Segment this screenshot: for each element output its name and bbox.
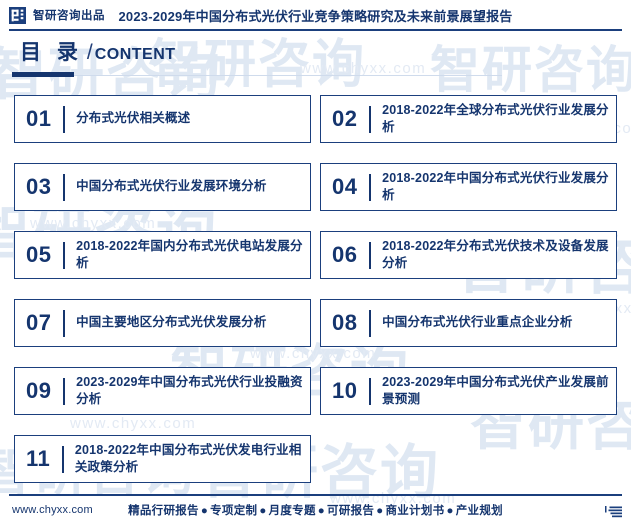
toc-item-number: 05 xyxy=(26,242,52,267)
footer-service-separator: ● xyxy=(317,505,326,517)
toc-item-divider xyxy=(63,105,66,133)
report-title: 2023-2029年中国分布式光伏行业竞争策略研究及未来前景展望报告 xyxy=(118,8,513,24)
toc-heading-underline-accent xyxy=(12,72,74,77)
toc-item-number: 11 xyxy=(26,446,51,471)
toc-item-08[interactable]: 08 中国分布式光伏行业重点企业分析 xyxy=(320,299,617,347)
toc-item-09[interactable]: 09 2023-2029年中国分布式光伏行业投融资分析 xyxy=(14,367,311,415)
toc-item-06[interactable]: 06 2018-2022年分布式光伏技术及设备发展分析 xyxy=(320,231,617,279)
toc-item-label: 2023-2029年中国分布式光伏行业投融资分析 xyxy=(76,374,303,406)
toc-item-label: 2023-2029年中国分布式光伏产业发展前景预测 xyxy=(382,374,609,406)
toc-item-divider xyxy=(369,105,372,133)
toc-item-divider xyxy=(369,309,372,337)
toc-item-label: 中国主要地区分布式光伏发展分析 xyxy=(76,315,267,330)
toc-item-number: 08 xyxy=(332,310,358,335)
toc-item-number: 04 xyxy=(332,174,358,199)
toc-item-number: 02 xyxy=(332,106,358,131)
toc-item-10[interactable]: 10 2023-2029年中国分布式光伏产业发展前景预测 xyxy=(320,367,617,415)
footer-service-item[interactable]: 精品行研报告 xyxy=(128,505,199,517)
footer-service-separator: ● xyxy=(200,505,209,517)
toc-item-divider xyxy=(369,241,372,269)
toc-heading: 目 录 / CONTENT xyxy=(20,42,176,63)
toc-item-number: 03 xyxy=(26,174,52,199)
toc-item-divider xyxy=(369,173,372,201)
toc-heading-slash: / xyxy=(86,41,93,64)
toc-item-divider xyxy=(369,377,372,405)
toc-item-label: 2018-2022年国内分布式光伏电站发展分析 xyxy=(76,238,303,270)
header-divider xyxy=(9,29,622,31)
watermark-logo-text: 智研咨询 xyxy=(430,42,631,98)
toc-item-number: 01 xyxy=(26,106,52,131)
page-footer: www.chyxx.com 精品行研报告 ● 专项定制 ● 月度专题 ● 可研报告 ● 商业计划… xyxy=(0,497,631,523)
toc-item-07[interactable]: 07 中国主要地区分布式光伏发展分析 xyxy=(14,299,311,347)
watermark-logo-text: 智研咨询 xyxy=(150,36,367,94)
toc-item-divider xyxy=(63,241,66,269)
toc-item-divider xyxy=(63,309,66,337)
toc-item-number: 10 xyxy=(332,378,358,403)
footer-service-separator: ● xyxy=(259,505,267,517)
toc-item-04[interactable]: 04 2018-2022年中国分布式光伏行业发展分析 xyxy=(320,163,617,211)
footer-services: 精品行研报告 ● 专项定制 ● 月度专题 ● 可研报告 ● 商业计划书 ● 产业规划 xyxy=(0,502,631,518)
toc-item-label: 分布式光伏相关概述 xyxy=(76,111,191,126)
footer-service-item[interactable]: 可研报告 xyxy=(327,505,374,517)
toc-item-11[interactable]: 11 2018-2022年中国分布式光伏发电行业相关政策分析 xyxy=(14,435,311,483)
footer-service-separator: ● xyxy=(446,505,454,517)
stacked-layers-icon xyxy=(605,506,622,518)
toc-item-label: 中国分布式光伏行业重点企业分析 xyxy=(382,315,573,330)
page-header: 智研咨询出品 2023-2029年中国分布式光伏行业竞争策略研究及未来前景展望报… xyxy=(0,0,631,30)
toc-item-03[interactable]: 03 中国分布式光伏行业发展环境分析 xyxy=(14,163,311,211)
footer-service-item[interactable]: 专项定制 xyxy=(210,505,257,517)
toc-item-label: 2018-2022年中国分布式光伏发电行业相关政策分析 xyxy=(74,442,302,474)
toc-item-divider xyxy=(63,377,66,405)
toc-item-02[interactable]: 02 2018-2022年全球分布式光伏行业发展分析 xyxy=(320,95,617,143)
toc-list: 01 分布式光伏相关概述 02 2018-2022年全球分布式光伏行业发展分析 … xyxy=(14,95,617,483)
toc-item-number: 06 xyxy=(332,242,358,267)
toc-item-number: 09 xyxy=(26,378,52,403)
toc-heading-en: CONTENT xyxy=(94,46,176,63)
footer-service-item[interactable]: 月度专题 xyxy=(269,505,316,517)
toc-item-label: 2018-2022年分布式光伏技术及设备发展分析 xyxy=(382,238,609,270)
footer-divider xyxy=(9,494,622,496)
toc-item-05[interactable]: 05 2018-2022年国内分布式光伏电站发展分析 xyxy=(14,231,311,279)
footer-service-item[interactable]: 商业计划书 xyxy=(385,505,444,517)
footer-service-item[interactable]: 产业规划 xyxy=(456,505,503,517)
toc-item-label: 中国分布式光伏行业发展环境分析 xyxy=(76,179,267,194)
toc-item-divider xyxy=(62,445,64,473)
toc-heading-cn: 目 录 xyxy=(20,41,83,64)
toc-item-01[interactable]: 01 分布式光伏相关概述 xyxy=(14,95,311,143)
toc-item-divider xyxy=(63,173,66,201)
footer-service-separator: ● xyxy=(376,505,384,517)
toc-item-number: 07 xyxy=(26,310,52,335)
toc-item-label: 2018-2022年中国分布式光伏行业发展分析 xyxy=(382,170,609,202)
toc-heading-underline xyxy=(12,75,502,76)
toc-item-label: 2018-2022年全球分布式光伏行业发展分析 xyxy=(382,102,609,134)
